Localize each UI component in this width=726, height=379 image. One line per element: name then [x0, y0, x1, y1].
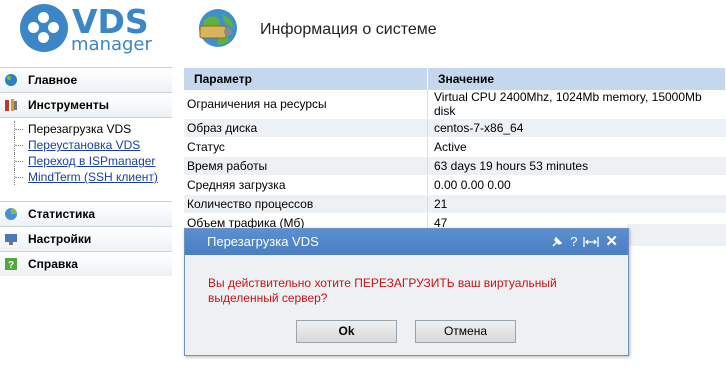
sidebar-item-label: Главное	[28, 73, 78, 87]
submenu-item-reboot[interactable]: Перезагрузка VDS	[14, 121, 172, 137]
table-row: Образ диска centos-7-x86_64	[184, 118, 726, 138]
value-cell: centos-7-x86_64	[427, 118, 726, 138]
logo-mark-icon	[20, 4, 68, 52]
param-cell: Количество процессов	[184, 194, 428, 214]
help-icon[interactable]: ?	[570, 229, 577, 255]
submenu-item-ispmanager[interactable]: Переход в ISPmanager	[14, 153, 172, 169]
reboot-dialog: Перезагрузка VDS ? ✕ Вы действительно хо…	[184, 228, 629, 356]
sidebar-item-label: Настройки	[28, 232, 92, 246]
svg-text:?: ?	[8, 260, 14, 271]
vdsmanager-logo[interactable]: VDS manager	[20, 2, 155, 56]
pin-icon[interactable]	[550, 235, 564, 249]
param-cell: Образ диска	[184, 118, 428, 138]
logo-text-manager: manager	[71, 34, 152, 55]
param-cell: Ограничения на ресурсы	[184, 90, 428, 119]
ok-button[interactable]: Ok	[296, 320, 397, 343]
sidebar-item-main[interactable]: Главное	[0, 67, 172, 92]
sidebar-item-help[interactable]: ? Справка	[0, 251, 172, 276]
value-cell: 21	[427, 194, 726, 214]
table-row-partial	[627, 224, 726, 246]
value-cell: 0.00 0.00 0.00	[427, 175, 726, 195]
close-icon[interactable]: ✕	[605, 229, 618, 255]
tools-icon	[5, 99, 17, 111]
table-row: Средняя загрузка 0.00 0.00 0.00	[184, 175, 726, 195]
table-row: Время работы 63 days 19 hours 53 minutes	[184, 156, 726, 176]
submenu-item-mindterm[interactable]: MindTerm (SSH клиент)	[14, 169, 172, 185]
column-header-value[interactable]: Значение	[427, 68, 726, 90]
sidebar-item-label: Справка	[28, 257, 78, 271]
submenu-label: Перезагрузка VDS	[28, 122, 132, 136]
home-globe-icon	[5, 74, 17, 86]
sidebar-item-statistics[interactable]: Статистика	[0, 201, 172, 226]
param-cell: Средняя загрузка	[184, 175, 428, 195]
value-cell: Virtual CPU 2400Mhz, 1024Mb memory, 1500…	[427, 90, 726, 119]
pie-chart-icon	[5, 208, 17, 220]
page-title: Информация о системе	[260, 21, 437, 38]
cancel-button[interactable]: Отмена	[415, 320, 516, 343]
sidebar-item-label: Инструменты	[28, 98, 110, 112]
value-cell: Active	[427, 137, 726, 157]
submenu-label: Переустановка VDS	[28, 138, 141, 152]
expand-icon[interactable]	[583, 235, 600, 249]
dialog-title: Перезагрузка VDS	[207, 234, 319, 249]
column-header-parameter[interactable]: Параметр	[184, 68, 428, 90]
sidebar-item-label: Статистика	[28, 207, 96, 221]
param-cell: Время работы	[184, 156, 428, 176]
sidebar: Главное Инструменты Перезагрузка VDS Пер…	[0, 67, 172, 276]
system-info-table: Параметр Значение Ограничения на ресурсы…	[184, 68, 726, 233]
tools-submenu: Перезагрузка VDS Переустановка VDS Перех…	[0, 117, 172, 191]
sidebar-item-tools[interactable]: Инструменты	[0, 92, 172, 117]
table-row: Статус Active	[184, 137, 726, 157]
table-row: Ограничения на ресурсы Virtual CPU 2400Mh…	[184, 90, 726, 119]
table-row: Количество процессов 21	[184, 194, 726, 214]
dialog-tools: ? ✕	[550, 229, 618, 255]
dialog-titlebar[interactable]: Перезагрузка VDS ? ✕	[185, 229, 628, 255]
globe-info-icon	[199, 9, 237, 47]
submenu-label: MindTerm (SSH клиент)	[28, 170, 158, 184]
monitor-settings-icon	[5, 234, 17, 245]
value-cell: 63 days 19 hours 53 minutes	[427, 156, 726, 176]
dialog-message: Вы действительно хотите ПЕРЕЗАГРУЗИТЬ ва…	[208, 276, 557, 305]
param-cell: Статус	[184, 137, 428, 157]
sidebar-item-settings[interactable]: Настройки	[0, 226, 172, 251]
submenu-label: Переход в ISPmanager	[28, 154, 156, 168]
help-icon: ?	[5, 258, 17, 271]
submenu-item-reinstall[interactable]: Переустановка VDS	[14, 137, 172, 153]
